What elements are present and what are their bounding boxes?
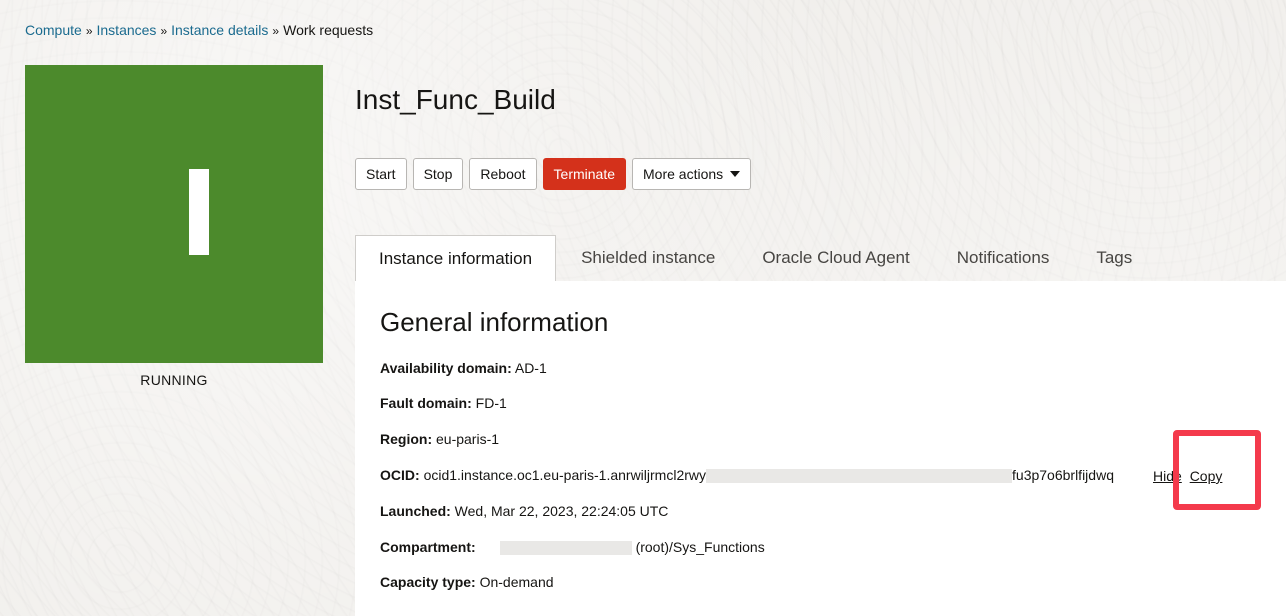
instance-information-panel: General information Availability domain:…: [355, 281, 1286, 616]
field-label: Availability domain:: [380, 360, 512, 376]
tab-bar: Instance information Shielded instance O…: [355, 235, 1286, 282]
breadcrumb-instances[interactable]: Instances: [97, 22, 157, 38]
breadcrumb-separator: »: [160, 24, 168, 38]
tab-notifications[interactable]: Notifications: [957, 235, 1050, 281]
instance-icon-letter: [189, 169, 209, 255]
field-label: OCID:: [380, 467, 420, 483]
field-label: Fault domain:: [380, 395, 472, 411]
compartment-field: Compartment: (root)/Sys_Functions: [380, 537, 765, 557]
fault-domain-field: Fault domain: FD-1: [380, 393, 507, 413]
breadcrumb-separator: »: [272, 24, 280, 38]
capacity-type-field: Capacity type: On-demand: [380, 572, 554, 592]
caret-down-icon: [730, 171, 741, 177]
page-title: Inst_Func_Build: [355, 84, 556, 115]
start-button[interactable]: Start: [355, 158, 407, 190]
action-toolbar: Start Stop Reboot Terminate More actions: [355, 158, 752, 190]
field-value: Wed, Mar 22, 2023, 22:24:05 UTC: [454, 503, 669, 519]
breadcrumb-instance-details[interactable]: Instance details: [171, 22, 268, 38]
section-title: General information: [380, 307, 609, 337]
availability-domain-field: Availability domain: AD-1: [380, 358, 547, 378]
field-value: AD-1: [514, 360, 547, 376]
field-label: Compartment:: [380, 539, 476, 555]
ocid-field: OCID: ocid1.instance.oc1.eu-paris-1.anrw…: [380, 465, 1114, 485]
field-value: (root)/Sys_Functions: [635, 539, 765, 555]
field-label: Capacity type:: [380, 574, 476, 590]
tab-instance-information[interactable]: Instance information: [355, 235, 557, 282]
breadcrumb-current: Work requests: [283, 22, 374, 38]
tab-tags[interactable]: Tags: [1096, 235, 1132, 281]
tab-oracle-cloud-agent[interactable]: Oracle Cloud Agent: [762, 235, 909, 281]
reboot-button[interactable]: Reboot: [469, 158, 537, 190]
stop-button[interactable]: Stop: [412, 158, 464, 190]
ocid-value-end: fu3p7o6brlfijdwq: [1012, 467, 1114, 483]
terminate-button[interactable]: Terminate: [542, 158, 627, 190]
more-actions-label: More actions: [643, 166, 724, 182]
breadcrumb-compute[interactable]: Compute: [25, 22, 82, 38]
field-label: Region:: [380, 431, 433, 447]
tab-shielded-instance[interactable]: Shielded instance: [581, 235, 715, 281]
breadcrumb-separator: »: [85, 24, 93, 38]
breadcrumb: Compute» Instances» Instance details» Work …: [25, 20, 373, 41]
instance-status-tile: [25, 65, 323, 363]
instance-status-label: RUNNING: [140, 372, 208, 388]
redacted-compartment-segment: [499, 541, 632, 556]
more-actions-button[interactable]: More actions: [632, 158, 752, 190]
copy-highlight-box: [1173, 430, 1261, 510]
redacted-ocid-segment: [706, 469, 1013, 484]
field-value: FD-1: [475, 395, 507, 411]
launched-field: Launched: Wed, Mar 22, 2023, 22:24:05 UT…: [380, 501, 668, 521]
field-value: eu-paris-1: [436, 431, 500, 447]
field-value: On-demand: [479, 574, 554, 590]
region-field: Region: eu-paris-1: [380, 429, 499, 449]
ocid-value-start: ocid1.instance.oc1.eu-paris-1.anrwiljrmc…: [423, 467, 707, 483]
field-label: Launched:: [380, 503, 451, 519]
